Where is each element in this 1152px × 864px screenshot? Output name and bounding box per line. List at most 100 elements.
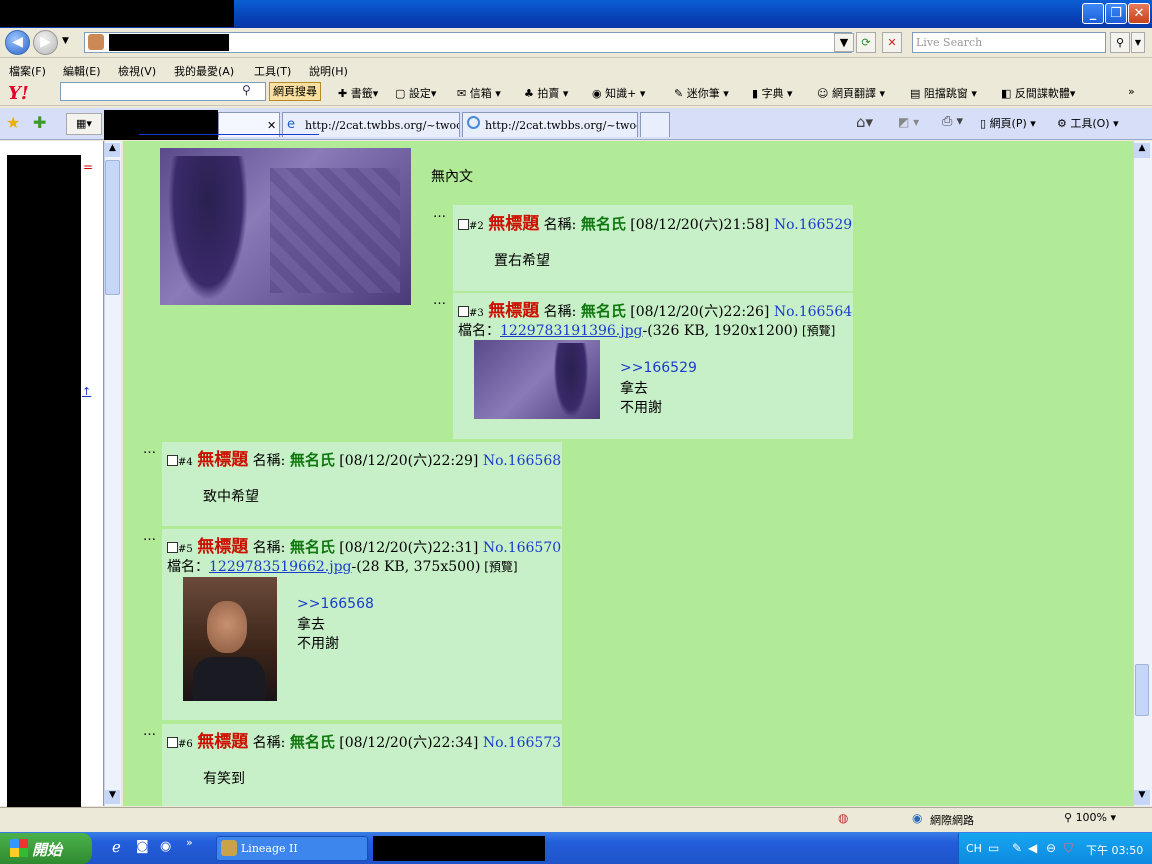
search-icon: ⚲	[1115, 36, 1125, 49]
post-date: [08/12/20(六)22:26]	[630, 304, 770, 320]
refresh-button[interactable]: ⟳	[856, 32, 876, 53]
quicklaunch-overflow-icon[interactable]: »	[186, 836, 193, 849]
toolbar-overflow-icon[interactable]: »	[1128, 85, 1135, 98]
post-5-header: #5 無標題 名稱: 無名氏 [08/12/20(六)22:31] No.166…	[167, 532, 561, 557]
keyboard-icon[interactable]: ▭	[988, 841, 999, 855]
yahoo-search-input[interactable]	[60, 82, 266, 101]
add-favorite-icon[interactable]: ✚	[33, 113, 46, 132]
close-tab-icon[interactable]: ✕	[267, 119, 276, 132]
thumbnail-face	[207, 601, 247, 653]
search-button[interactable]: ⚲	[1110, 32, 1130, 53]
tray-expand-icon[interactable]: ◀	[1028, 841, 1037, 855]
security-tray-icon[interactable]: ⛉	[1064, 841, 1073, 856]
poster-name: 無名氏	[289, 538, 335, 556]
toolbar-translate[interactable]: ☺ 網頁翻譯 ▾	[817, 85, 885, 101]
history-dropdown-icon[interactable]: ▼	[62, 36, 69, 46]
zoom-level[interactable]: ⚲ 100% ▾	[1064, 811, 1116, 824]
clock[interactable]: 下午 03:50	[1086, 842, 1143, 858]
redacted-window-title	[0, 0, 234, 27]
scroll-up-icon[interactable]: ▲	[105, 143, 120, 157]
preview-link[interactable]: [預覽]	[484, 560, 517, 574]
delete-checkbox[interactable]	[167, 542, 178, 553]
tray-app-icon[interactable]: ⊖	[1046, 841, 1056, 855]
quicklaunch-icon[interactable]: ◙	[136, 839, 149, 854]
post-number-link[interactable]: No.166564	[774, 304, 852, 320]
preview-link[interactable]: [預覽]	[802, 324, 835, 338]
stop-button[interactable]: ✕	[882, 32, 902, 53]
sidebar-link[interactable]: ↑	[82, 385, 91, 398]
menu-edit[interactable]: 編輯(E)	[63, 63, 101, 79]
maximize-button[interactable]: ❐	[1105, 3, 1127, 24]
toolbar-antispyware[interactable]: ◧ 反間諜軟體▾	[1001, 85, 1075, 101]
scroll-down-icon[interactable]: ▼	[1134, 790, 1150, 805]
delete-checkbox[interactable]	[458, 219, 469, 230]
menu-help[interactable]: 說明(H)	[309, 63, 348, 79]
search-options-dropdown-icon[interactable]: ▼	[1131, 32, 1145, 53]
quote-link[interactable]: >>166568	[297, 596, 374, 612]
post-5-thumbnail[interactable]	[183, 577, 277, 701]
toolbar-knowledge[interactable]: ◉ 知識+ ▾	[592, 85, 645, 101]
post-number-link[interactable]: No.166568	[483, 453, 561, 469]
toolbar-popup-blocker[interactable]: ▤ 阻擋跳窗 ▾	[910, 85, 977, 101]
left-scroll-thumb[interactable]	[105, 160, 120, 295]
toolbar-dictionary[interactable]: ▮ 字典 ▾	[752, 85, 793, 101]
post-number-link[interactable]: No.166570	[483, 540, 561, 556]
post-5-line1: 拿去	[297, 617, 325, 633]
yahoo-search-button[interactable]: 網頁搜尋	[269, 82, 321, 101]
menu-view[interactable]: 檢視(V)	[118, 63, 156, 79]
media-quicklaunch-icon[interactable]: ◉	[160, 839, 171, 854]
forward-button[interactable]: ▶	[33, 30, 58, 55]
menu-favorites[interactable]: 我的最愛(A)	[174, 63, 234, 79]
scroll-up-icon[interactable]: ▲	[1134, 143, 1150, 158]
menu-tools[interactable]: 工具(T)	[254, 63, 291, 79]
toolbar-mini-pen[interactable]: ✎ 迷你筆 ▾	[674, 85, 729, 101]
print-icon[interactable]: ⎙ ▾	[942, 114, 963, 129]
loading-tab-icon	[467, 116, 480, 129]
new-tab-button[interactable]	[640, 112, 670, 137]
back-button[interactable]: ◀	[5, 30, 30, 55]
quote-link[interactable]: >>166529	[620, 360, 697, 376]
file-link[interactable]: 1229783519662.jpg	[209, 559, 352, 575]
ime-icon[interactable]: ✎	[1012, 841, 1022, 855]
delete-checkbox[interactable]	[167, 737, 178, 748]
toolbar-mail[interactable]: ✉ 信箱 ▾	[457, 85, 501, 101]
tab-2cat-2[interactable]: http://2cat.twbbs.org/~twocat/...	[462, 112, 638, 137]
page-menu[interactable]: ▯ 網頁(P) ▾	[980, 115, 1036, 131]
post-number-link[interactable]: No.166573	[483, 735, 561, 751]
delete-checkbox[interactable]	[167, 455, 178, 466]
toolbar-settings[interactable]: ▢ 設定▾	[395, 85, 436, 101]
security-zone: 網際網路	[930, 814, 974, 827]
close-button[interactable]: ✕	[1128, 3, 1150, 24]
favorites-star-icon[interactable]: ★	[6, 113, 20, 132]
redacted-sidebar	[7, 155, 81, 807]
live-search-input[interactable]: Live Search	[912, 32, 1106, 53]
privacy-icon[interactable]: ◍	[838, 811, 848, 825]
address-dropdown-icon[interactable]: ▼	[834, 33, 854, 52]
ie-quicklaunch-icon[interactable]: ℯ	[112, 838, 121, 856]
taskbar-lineage[interactable]: Lineage II	[216, 836, 368, 861]
page-scroll-thumb[interactable]	[1135, 664, 1149, 716]
language-indicator[interactable]: CH	[966, 842, 982, 855]
post-3-thumbnail[interactable]	[474, 340, 600, 419]
toolbar-bookmarks[interactable]: ✚ 書籤▾	[338, 85, 378, 101]
file-link[interactable]: 1229783191396.jpg	[500, 323, 643, 339]
minimize-button[interactable]: _	[1082, 3, 1104, 24]
op-image[interactable]	[160, 148, 411, 305]
poster-name: 無名氏	[289, 451, 335, 469]
poster-name: 無名氏	[289, 733, 335, 751]
post-5-line2: 不用謝	[297, 636, 339, 652]
tools-menu[interactable]: ⚙ 工具(O) ▾	[1057, 115, 1119, 131]
delete-checkbox[interactable]	[458, 306, 469, 317]
post-title: 無標題	[197, 450, 249, 470]
redacted-taskbar-item[interactable]	[373, 836, 545, 861]
post-title: 無標題	[197, 537, 249, 557]
thumbnail-body	[193, 657, 265, 701]
scroll-down-icon[interactable]: ▼	[105, 790, 120, 804]
menu-file[interactable]: 檔案(F)	[9, 63, 46, 79]
yahoo-logo[interactable]: Y!	[8, 83, 29, 104]
feeds-icon[interactable]: ◩ ▾	[898, 115, 919, 129]
toolbar-auction[interactable]: ♣ 拍賣 ▾	[524, 85, 568, 101]
post-number-link[interactable]: No.166529	[774, 217, 852, 233]
quick-tabs-button[interactable]: ▦▾	[66, 113, 102, 135]
home-icon[interactable]: ⌂▾	[856, 113, 873, 131]
